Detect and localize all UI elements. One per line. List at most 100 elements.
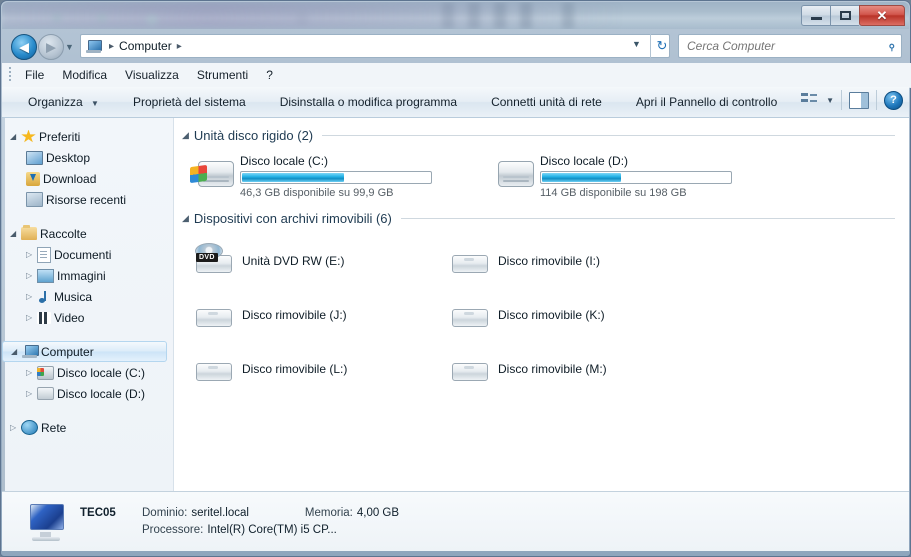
computer-icon xyxy=(86,39,102,53)
drive-name: Disco rimovibile (J:) xyxy=(242,308,347,322)
removable-row-1: DVD Unità DVD RW (E:) Disco rimovibile (… xyxy=(174,234,909,288)
preview-pane-icon[interactable] xyxy=(849,91,869,109)
sidebar-item-download[interactable]: Download xyxy=(2,168,173,189)
removable-disk-icon xyxy=(190,349,234,389)
drive-name: Disco rimovibile (K:) xyxy=(498,308,605,322)
recent-places-icon xyxy=(26,192,43,207)
drive-item-k[interactable]: Disco rimovibile (K:) xyxy=(430,288,686,342)
group-header-removable[interactable]: ◢ Dispositivi con archivi rimovibili (6) xyxy=(174,211,909,226)
toolbar-right-group: ▼ ? xyxy=(799,90,903,110)
search-input[interactable] xyxy=(685,38,888,54)
sidebar-item-musica[interactable]: ▷ Musica xyxy=(2,286,173,307)
forward-button[interactable]: ▶ xyxy=(38,34,64,60)
removable-row-3: Disco rimovibile (L:) Disco rimovibile (… xyxy=(174,342,909,396)
expander-icon[interactable]: ◢ xyxy=(10,229,21,238)
breadcrumb-separator-icon-2[interactable]: ▸ xyxy=(172,41,187,52)
expander-icon[interactable]: ▷ xyxy=(10,423,21,432)
sidebar-label: Desktop xyxy=(46,150,91,165)
command-toolbar: Organizza ▼ Proprietà del sistema Disins… xyxy=(2,87,909,118)
help-icon[interactable]: ? xyxy=(884,90,903,110)
open-control-panel-button[interactable]: Apri il Pannello di controllo xyxy=(626,91,787,113)
expander-icon[interactable]: ◢ xyxy=(182,213,189,224)
sidebar-item-raccolte[interactable]: ◢ Raccolte xyxy=(2,223,173,244)
uninstall-program-button[interactable]: Disinstalla o modifica programma xyxy=(270,91,467,113)
expander-icon[interactable]: ▷ xyxy=(26,250,37,259)
removable-disk-icon xyxy=(446,295,490,335)
dvd-drive-icon: DVD xyxy=(190,241,234,281)
removable-disk-icon xyxy=(446,241,490,281)
back-arrow-icon: ◀ xyxy=(19,39,29,55)
sidebar-item-desktop[interactable]: Desktop xyxy=(2,147,173,168)
toolbar-divider xyxy=(841,90,842,110)
documents-icon xyxy=(37,246,51,263)
sidebar-item-documenti[interactable]: ▷ Documenti xyxy=(2,244,173,265)
drive-item-i[interactable]: Disco rimovibile (I:) xyxy=(430,234,686,288)
expander-icon[interactable]: ◢ xyxy=(10,132,21,141)
expander-icon[interactable]: ▷ xyxy=(26,271,37,280)
drive-info: Disco locale (D:) 114 GB disponibile su … xyxy=(540,153,774,199)
address-bar[interactable]: ▸ Computer ▸ xyxy=(80,34,670,58)
hard-drive-system-icon xyxy=(190,153,234,193)
domain-value: seritel.local xyxy=(191,506,249,519)
system-properties-button[interactable]: Proprietà del sistema xyxy=(123,91,256,113)
expander-icon[interactable]: ◢ xyxy=(182,130,189,141)
menu-item-tools[interactable]: Strumenti xyxy=(188,66,257,84)
view-chevron-down-icon[interactable]: ▼ xyxy=(826,96,834,105)
menu-item-help[interactable]: ? xyxy=(257,66,282,84)
close-button[interactable]: ✕ xyxy=(859,5,905,26)
breadcrumb-separator-icon: ▸ xyxy=(109,40,115,52)
file-list-pane: ◢ Unità disco rigido (2) Disco locale (C… xyxy=(174,118,909,501)
library-icon xyxy=(21,225,37,240)
map-network-drive-button[interactable]: Connetti unità di rete xyxy=(481,91,612,113)
memory-label: Memoria: xyxy=(304,506,353,519)
sidebar-item-immagini[interactable]: ▷ Immagini xyxy=(2,265,173,286)
drive-item-l[interactable]: Disco rimovibile (L:) xyxy=(174,342,430,396)
drive-info: Disco locale (C:) 46,3 GB disponibile su… xyxy=(240,153,474,199)
sidebar-item-disco-locale-c[interactable]: ▷ Disco locale (C:) xyxy=(2,362,173,383)
drive-item-c[interactable]: Disco locale (C:) 46,3 GB disponibile su… xyxy=(174,151,474,199)
drive-name: Disco rimovibile (M:) xyxy=(498,362,607,376)
sidebar-item-risorse-recenti[interactable]: Risorse recenti xyxy=(2,189,173,210)
expander-icon[interactable]: ▷ xyxy=(26,368,37,377)
refresh-button[interactable]: ↻ xyxy=(650,34,673,58)
group-header-hard-drives[interactable]: ◢ Unità disco rigido (2) xyxy=(174,128,909,143)
expander-icon[interactable]: ◢ xyxy=(11,347,22,356)
chevron-down-icon: ▼ xyxy=(91,99,99,108)
sidebar-item-computer[interactable]: ◢ Computer xyxy=(2,341,167,362)
drive-name: Disco rimovibile (I:) xyxy=(498,254,601,268)
hard-drive-system-icon xyxy=(37,365,54,380)
video-icon xyxy=(37,311,51,324)
drive-item-m[interactable]: Disco rimovibile (M:) xyxy=(430,342,686,396)
expander-icon[interactable]: ▷ xyxy=(26,389,37,398)
address-dropdown-button[interactable]: ▼ xyxy=(632,39,641,49)
sidebar-label: Rete xyxy=(41,420,67,435)
sidebar-item-video[interactable]: ▷ Video xyxy=(2,307,173,328)
menu-item-file[interactable]: File xyxy=(16,66,53,84)
drive-item-j[interactable]: Disco rimovibile (J:) xyxy=(174,288,430,342)
menu-item-edit[interactable]: Modifica xyxy=(53,66,116,84)
back-button[interactable]: ◀ xyxy=(11,34,37,60)
maximize-button[interactable] xyxy=(830,5,859,26)
search-box[interactable]: ⌕ xyxy=(678,34,902,58)
title-bar: ✕ xyxy=(2,2,909,29)
organize-button[interactable]: Organizza ▼ xyxy=(18,91,109,113)
forward-arrow-icon: ▶ xyxy=(46,39,56,55)
change-view-icon[interactable] xyxy=(799,91,819,109)
menu-item-view[interactable]: Visualizza xyxy=(116,66,188,84)
drive-item-e[interactable]: DVD Unità DVD RW (E:) xyxy=(174,234,430,288)
history-dropdown-button[interactable]: ▼ xyxy=(65,42,77,52)
breadcrumb-computer[interactable]: Computer xyxy=(119,39,172,53)
menu-bar: File Modifica Visualizza Strumenti ? xyxy=(2,63,911,88)
sidebar-item-disco-locale-d[interactable]: ▷ Disco locale (D:) xyxy=(2,383,173,404)
minimize-button[interactable] xyxy=(801,5,830,26)
sidebar-item-rete[interactable]: ▷ Rete xyxy=(2,417,173,438)
pictures-icon xyxy=(37,268,54,283)
expander-icon[interactable]: ▷ xyxy=(26,313,37,322)
group-title: Unità disco rigido (2) xyxy=(193,128,314,143)
removable-row-2: Disco rimovibile (J:) Disco rimovibile (… xyxy=(174,288,909,342)
drive-item-d[interactable]: Disco locale (D:) 114 GB disponibile su … xyxy=(474,151,774,199)
expander-icon[interactable]: ▷ xyxy=(26,292,37,301)
sidebar-item-preferiti[interactable]: ◢ Preferiti xyxy=(2,126,173,147)
drive-name: Disco locale (C:) xyxy=(240,154,329,168)
